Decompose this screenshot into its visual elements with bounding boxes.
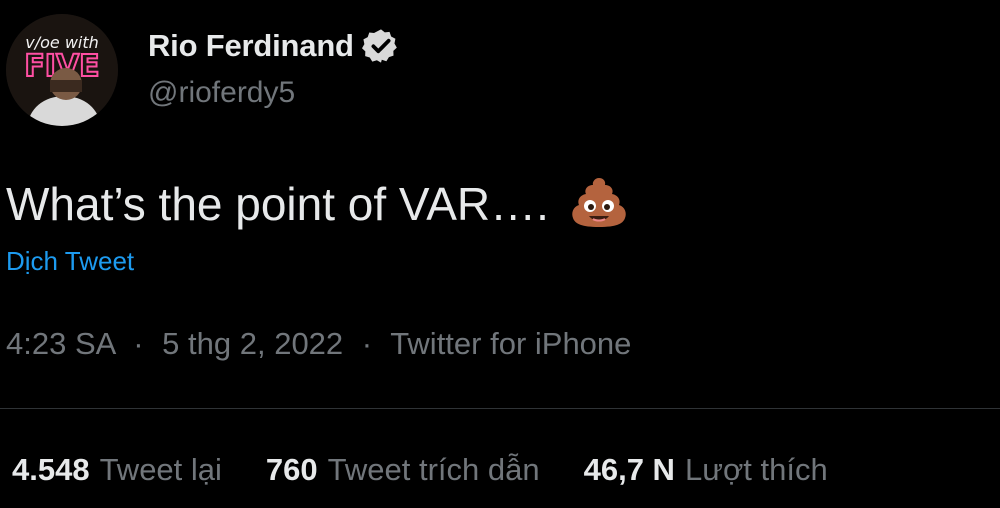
tweet-text-content: What’s the point of VAR…. (6, 178, 549, 230)
stat-label: Lượt thích (684, 452, 828, 487)
tweet-text: What’s the point of VAR…. (6, 172, 631, 236)
verified-badge-icon (361, 27, 400, 65)
translate-tweet-link[interactable]: Dịch Tweet (6, 246, 134, 277)
author-name-row: Rio Ferdinand (148, 26, 400, 66)
stat-retweets[interactable]: 4.548 Tweet lại (12, 452, 222, 488)
tweet-source[interactable]: Twitter for iPhone (390, 326, 631, 361)
divider (0, 408, 1000, 409)
avatar-photo-icon: v/oe with FIVE (6, 14, 118, 126)
author-block: Rio Ferdinand @rioferdy5 (148, 26, 400, 110)
meta-separator: · (361, 326, 373, 361)
tweet-metadata: 4:23 SA · 5 thg 2, 2022 · Twitter for iP… (6, 326, 631, 362)
meta-separator: · (133, 326, 144, 361)
tweet-detail: v/oe with FIVE Rio Ferdinand @rioferdy5 … (0, 0, 1000, 508)
stat-label: Tweet lại (99, 452, 222, 487)
user-handle[interactable]: @rioferdy5 (148, 76, 400, 110)
stat-value: 46,7 N (583, 452, 675, 487)
stat-quote-tweets[interactable]: 760 Tweet trích dẫn (266, 452, 540, 488)
tweet-time[interactable]: 4:23 SA (6, 326, 115, 361)
stat-value: 4.548 (12, 452, 90, 487)
avatar[interactable]: v/oe with FIVE (6, 14, 118, 126)
display-name[interactable]: Rio Ferdinand (148, 28, 354, 64)
stat-likes[interactable]: 46,7 N Lượt thích (584, 452, 828, 488)
engagement-stats: 4.548 Tweet lại 760 Tweet trích dẫn 46,7… (12, 452, 872, 488)
stat-value: 760 (265, 452, 318, 487)
tweet-date[interactable]: 5 thg 2, 2022 (162, 326, 343, 361)
stat-label: Tweet trích dẫn (327, 452, 540, 487)
pile-of-poo-emoji-icon (567, 172, 631, 236)
